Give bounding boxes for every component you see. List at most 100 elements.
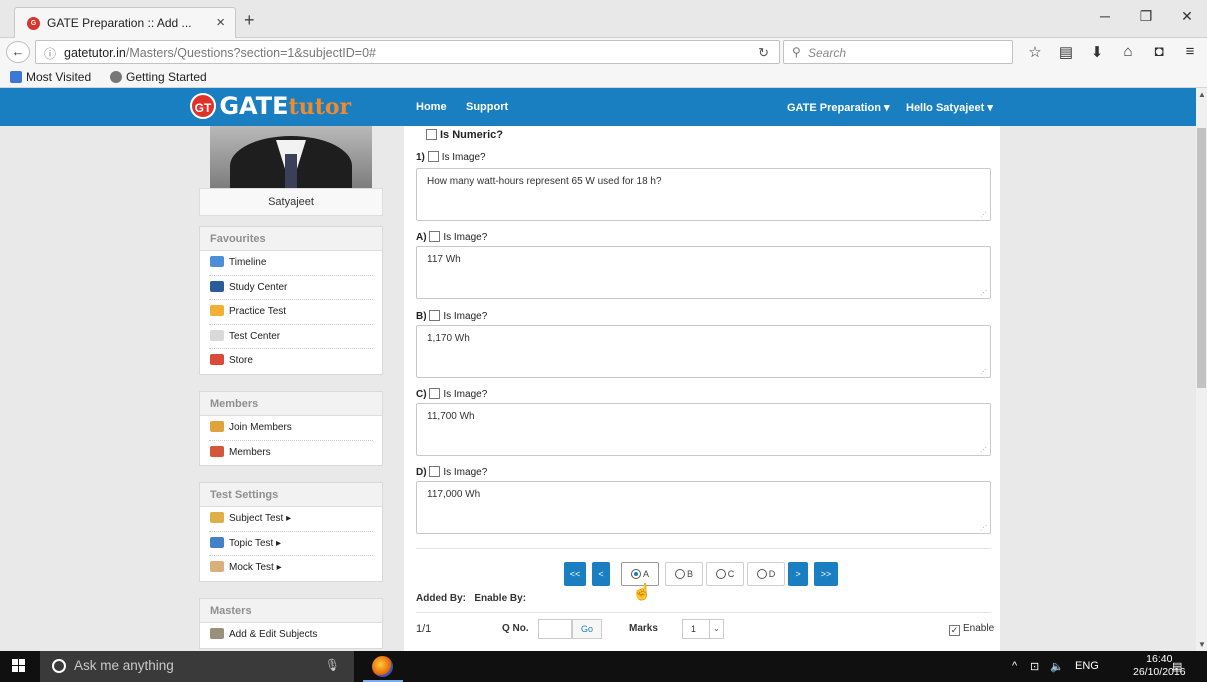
restore-icon[interactable]: ❐ [1126, 8, 1166, 25]
sidebar-item-study-center[interactable]: Study Center [209, 276, 373, 300]
members-panel: Members Join Members Members [199, 391, 383, 466]
sidebar-item-store[interactable]: Store [209, 349, 373, 374]
go-button[interactable]: Go [572, 619, 602, 639]
sidebar-item-members[interactable]: Members [209, 441, 373, 466]
option-b-textarea[interactable]: 1,170 Wh ⋰ [416, 325, 991, 378]
profile-name[interactable]: Satyajeet [199, 188, 383, 216]
answer-option-b[interactable]: B [665, 562, 703, 586]
option-a-textarea[interactable]: 117 Wh ⋰ [416, 246, 991, 299]
reading-list-icon[interactable]: ▤ [1056, 43, 1076, 61]
first-page-button[interactable]: << [564, 562, 586, 586]
answer-option-d[interactable]: D [747, 562, 785, 586]
answer-option-c[interactable]: C [706, 562, 744, 586]
new-tab-button[interactable]: + [244, 10, 255, 31]
resize-grip-icon[interactable]: ⋰ [980, 446, 987, 454]
sidebar-item-timeline[interactable]: Timeline [209, 251, 373, 276]
tray-overflow-icon[interactable]: ^ [1012, 660, 1017, 672]
bookmark-most-visited[interactable]: Most Visited [10, 70, 91, 84]
sidebar-item-test-center[interactable]: Test Center [209, 325, 373, 349]
sidebar-item-join-members[interactable]: Join Members [209, 416, 373, 441]
is-numeric-checkbox[interactable] [426, 129, 437, 140]
microphone-icon[interactable]: 🎙 [325, 658, 340, 672]
enable-toggle[interactable]: ✓ Enable [949, 623, 994, 636]
pocket-icon[interactable]: ◘ [1149, 43, 1169, 60]
back-arrow-icon[interactable]: ← [6, 41, 30, 63]
members-icon [210, 445, 224, 457]
option-a-is-image-checkbox[interactable] [429, 231, 441, 242]
sidebar-item-subject-test[interactable]: Subject Test ▸ [209, 507, 373, 532]
prev-page-button[interactable]: < [592, 562, 610, 586]
is-numeric-row[interactable]: Is Numeric? [426, 129, 503, 141]
window-close-icon[interactable]: ✕ [1167, 8, 1207, 25]
nav-support[interactable]: Support [466, 101, 508, 113]
panel-title: Favourites [200, 227, 382, 251]
subjects-icon [210, 628, 224, 639]
address-bar[interactable]: ⓘ gatetutor.in/Masters/Questions?section… [35, 40, 780, 64]
browser-tab[interactable]: G GATE Preparation :: Add ... × [14, 7, 236, 38]
cortana-search-box[interactable]: Ask me anything 🎙 [40, 651, 354, 682]
scrollbar-thumb[interactable] [1197, 128, 1206, 388]
scroll-up-icon[interactable]: ▲ [1198, 90, 1206, 99]
network-icon[interactable]: ⊡ [1030, 660, 1039, 673]
last-page-button[interactable]: >> [814, 562, 838, 586]
url-text: gatetutor.in/Masters/Questions?section=1… [64, 46, 376, 60]
bookmark-getting-started[interactable]: Getting Started [110, 70, 207, 84]
resize-grip-icon[interactable]: ⋰ [980, 368, 987, 376]
qno-input[interactable] [538, 619, 572, 639]
sidebar-item-topic-test[interactable]: Topic Test ▸ [209, 532, 373, 556]
notifications-icon[interactable]: ▤ [1172, 660, 1182, 673]
radio-d[interactable] [756, 569, 767, 579]
option-a-label: A) Is Image? [416, 231, 488, 243]
sidebar-item-add-edit-subjects[interactable]: Add & Edit Subjects [209, 623, 373, 648]
info-icon[interactable]: ⓘ [44, 45, 56, 62]
logo-badge: GT [190, 93, 216, 119]
download-icon[interactable]: ⬇ [1087, 43, 1107, 61]
resize-grip-icon[interactable]: ⋰ [980, 524, 987, 532]
favourites-panel: Favourites Timeline Study Center Practic… [199, 226, 383, 375]
question-label: 1) Is Image? [416, 151, 486, 163]
qno-label: Q No. [502, 623, 529, 634]
nav-home[interactable]: Home [416, 101, 447, 113]
sidebar-item-practice-test[interactable]: Practice Test [209, 300, 373, 325]
option-b-label: B) Is Image? [416, 310, 488, 322]
bookmark-star-icon[interactable]: ☆ [1025, 43, 1045, 61]
next-page-button[interactable]: > [788, 562, 808, 586]
home-icon[interactable]: ⌂ [1118, 43, 1138, 60]
windows-start-icon[interactable] [12, 659, 26, 673]
gatetutor-logo[interactable]: GT GATEtutor [190, 93, 351, 121]
edit-icon [210, 536, 224, 548]
volume-icon[interactable]: 🔈 [1050, 660, 1064, 673]
option-c-textarea[interactable]: 11,700 Wh ⋰ [416, 403, 991, 456]
reload-icon[interactable]: ↻ [758, 45, 769, 61]
option-b-is-image-checkbox[interactable] [429, 310, 441, 321]
question-is-image-checkbox[interactable] [427, 151, 439, 162]
enable-checkbox[interactable]: ✓ [949, 625, 960, 636]
user-menu-dropdown[interactable]: Hello Satyajeet ▾ [906, 101, 993, 114]
option-d-textarea[interactable]: 117,000 Wh ⋰ [416, 481, 991, 534]
firefox-taskbar-icon[interactable] [372, 656, 393, 677]
radio-c[interactable] [715, 569, 726, 579]
menu-icon[interactable]: ≡ [1180, 43, 1200, 60]
resize-grip-icon[interactable]: ⋰ [980, 289, 987, 297]
question-form: Is Numeric? 1) Is Image? How many watt-h… [404, 126, 1000, 651]
search-icon: ⚲ [792, 45, 801, 59]
search-input[interactable]: ⚲ Search [783, 40, 1013, 64]
option-c-is-image-checkbox[interactable] [429, 388, 441, 399]
radio-a[interactable] [630, 569, 641, 579]
marks-select[interactable]: 1 ⌄ [682, 619, 724, 639]
gate-preparation-dropdown[interactable]: GATE Preparation ▾ [787, 101, 890, 114]
resize-grip-icon[interactable]: ⋰ [980, 211, 987, 219]
question-textarea[interactable]: How many watt-hours represent 65 W used … [416, 168, 991, 221]
books-icon [210, 280, 224, 292]
panel-title: Test Settings [200, 483, 382, 507]
option-d-is-image-checkbox[interactable] [429, 466, 441, 477]
scroll-down-icon[interactable]: ▼ [1198, 640, 1206, 649]
sidebar-item-mock-test[interactable]: Mock Test ▸ [209, 556, 373, 581]
radio-b[interactable] [674, 569, 685, 579]
minimize-icon[interactable]: ─ [1085, 8, 1125, 24]
store-icon [210, 354, 224, 365]
language-indicator[interactable]: ENG [1075, 660, 1099, 672]
close-tab-icon[interactable]: × [216, 14, 225, 31]
option-d-label: D) Is Image? [416, 466, 488, 478]
page-scrollbar[interactable]: ▲ ▼ [1196, 88, 1207, 651]
